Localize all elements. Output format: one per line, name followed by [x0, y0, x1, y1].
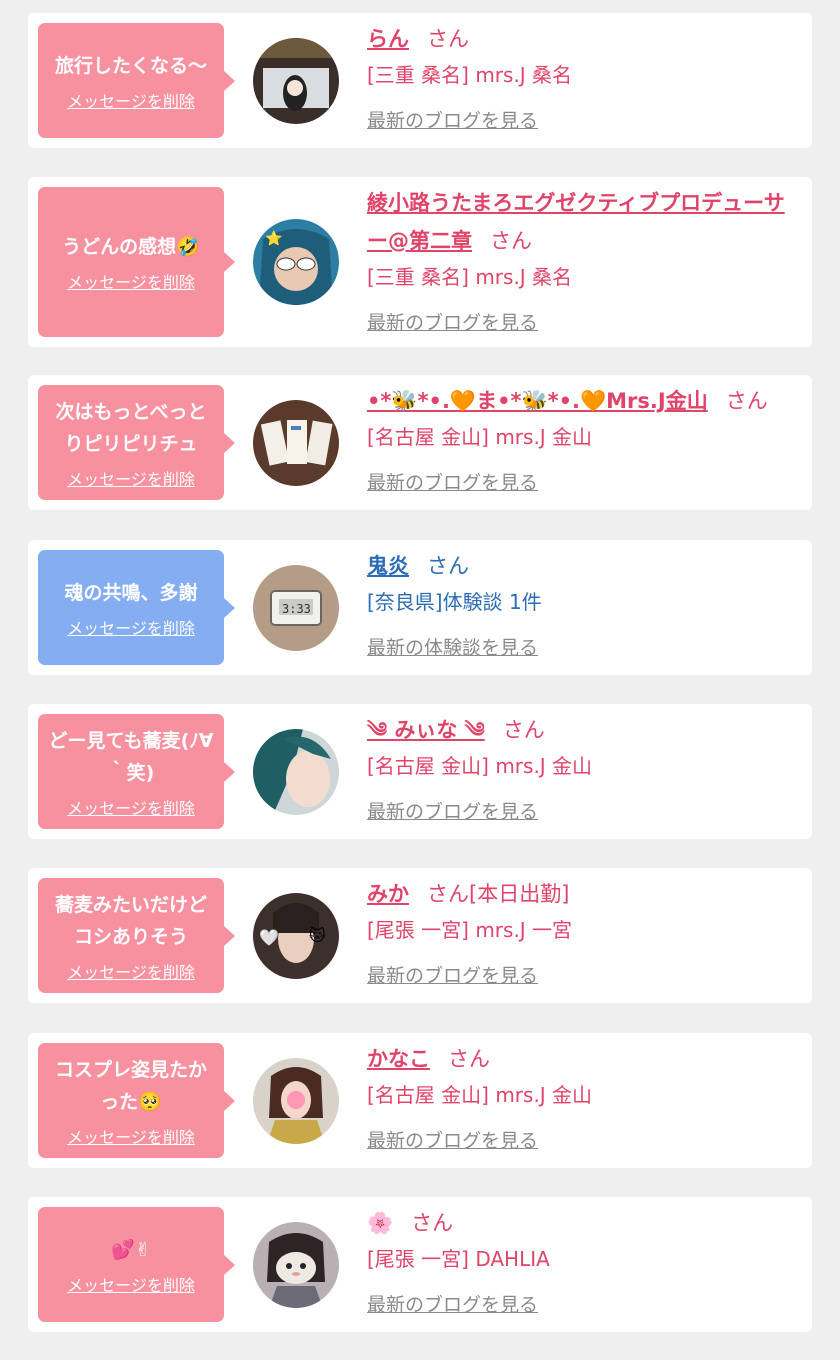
shop-label: [名古屋 金山] mrs.J 金山: [367, 425, 593, 449]
message-text: 蕎麦みたいだけどコシありそう: [54, 893, 207, 948]
latest-blog-link[interactable]: 最新のブログを見る: [367, 795, 794, 829]
latest-review-link[interactable]: 最新の体験談を見る: [367, 631, 794, 665]
message-text: 💕✌: [111, 1238, 151, 1261]
delete-message-link[interactable]: メッセージを削除: [67, 269, 195, 293]
name-suffix: さん: [725, 389, 768, 413]
message-list: 旅行したくなる〜 メッセージを削除 らん さん [三重 桑名] mrs.J 桑名 …: [0, 0, 840, 1360]
list-item: 蕎麦みたいだけどコシありそう メッセージを削除 🤍 🐱 みか さん[本日出勤] [尾…: [28, 868, 812, 1003]
message-text: どー見ても蕎麦(ﾉ∀｀笑): [48, 729, 214, 784]
message-text: 次はもっとべっとりピリピリチュ: [55, 400, 207, 455]
name-suffix: さん: [502, 718, 545, 742]
name-suffix: さん: [427, 27, 469, 51]
svg-text:3:33: 3:33: [282, 602, 311, 616]
delete-message-link[interactable]: メッセージを削除: [67, 959, 195, 983]
sender-name-link[interactable]: 鬼炎: [367, 554, 409, 578]
avatar[interactable]: [253, 38, 339, 124]
entry-info: 🌸 さん [尾張 一宮] DAHLIA 最新のブログを見る: [367, 1204, 794, 1322]
name-suffix: さん: [411, 1211, 454, 1235]
avatar[interactable]: [253, 729, 339, 815]
shop-label: [名古屋 金山] mrs.J 金山: [367, 754, 593, 778]
list-item: 旅行したくなる〜 メッセージを削除 らん さん [三重 桑名] mrs.J 桑名 …: [28, 13, 812, 148]
shop-label: [三重 桑名] mrs.J 桑名: [367, 265, 573, 289]
delete-message-link[interactable]: メッセージを削除: [67, 88, 195, 112]
message-bubble: 💕✌ メッセージを削除: [38, 1207, 235, 1322]
delete-message-link[interactable]: メッセージを削除: [67, 615, 195, 639]
avatar[interactable]: [253, 400, 339, 486]
entry-info: みか さん[本日出勤] [尾張 一宮] mrs.J 一宮 最新のブログを見る: [367, 875, 794, 993]
shop-label: [名古屋 金山] mrs.J 金山: [367, 1083, 593, 1107]
shop-label: [尾張 一宮] mrs.J 一宮: [367, 918, 573, 942]
message-bubble: どー見ても蕎麦(ﾉ∀｀笑) メッセージを削除: [38, 714, 235, 829]
latest-blog-link[interactable]: 最新のブログを見る: [367, 1124, 794, 1158]
entry-info: かなこ さん [名古屋 金山] mrs.J 金山 最新のブログを見る: [367, 1040, 794, 1158]
sender-name-link[interactable]: らん: [367, 27, 409, 51]
avatar[interactable]: [253, 1222, 339, 1308]
latest-blog-link[interactable]: 最新のブログを見る: [367, 306, 794, 340]
svg-text:🐱: 🐱: [309, 926, 326, 945]
message-text: 魂の共鳴、多謝: [64, 581, 198, 604]
sender-name-link[interactable]: ༄ みぃな ༄: [367, 718, 485, 742]
message-bubble: 蕎麦みたいだけどコシありそう メッセージを削除: [38, 878, 235, 993]
delete-message-link[interactable]: メッセージを削除: [67, 1272, 195, 1296]
sender-name-link[interactable]: みか: [367, 882, 409, 906]
message-text: 旅行したくなる〜: [54, 54, 207, 77]
list-item: 魂の共鳴、多謝 メッセージを削除 3:33 鬼炎 さん [奈良県]体験談 1件 最…: [28, 540, 812, 675]
svg-text:🤍: 🤍: [259, 928, 279, 947]
delete-message-link[interactable]: メッセージを削除: [67, 1124, 195, 1148]
avatar[interactable]: 🤍 🐱: [253, 893, 339, 979]
latest-blog-link[interactable]: 最新のブログを見る: [367, 1288, 794, 1322]
delete-message-link[interactable]: メッセージを削除: [67, 795, 195, 819]
latest-blog-link[interactable]: 最新のブログを見る: [367, 466, 794, 500]
message-bubble: 旅行したくなる〜 メッセージを削除: [38, 23, 235, 138]
list-item: 次はもっとべっとりピリピリチュ メッセージを削除 •*🐝*•.🧡ま•*🐝*•.🧡…: [28, 375, 812, 510]
latest-blog-link[interactable]: 最新のブログを見る: [367, 959, 794, 993]
sender-name-link[interactable]: 🌸: [367, 1211, 393, 1235]
avatar[interactable]: [253, 1058, 339, 1144]
sender-name-link[interactable]: 綾小路うたまろエグゼクティブプロデューサー@第二章: [367, 191, 785, 253]
entry-info: ༄ みぃな ༄ さん [名古屋 金山] mrs.J 金山 最新のブログを見る: [367, 711, 794, 829]
name-suffix: さん[本日出勤]: [427, 882, 570, 906]
entry-info: 綾小路うたまろエグゼクティブプロデューサー@第二章 さん [三重 桑名] mrs.…: [367, 184, 794, 340]
shop-label: [尾張 一宮] DAHLIA: [367, 1247, 550, 1271]
list-item: どー見ても蕎麦(ﾉ∀｀笑) メッセージを削除 ༄ みぃな ༄ さん [名古屋 金山…: [28, 704, 812, 839]
name-suffix: さん: [448, 1047, 490, 1071]
entry-info: 鬼炎 さん [奈良県]体験談 1件 最新の体験談を見る: [367, 547, 794, 665]
message-bubble: うどんの感想🤣 メッセージを削除: [38, 187, 235, 337]
avatar[interactable]: 3:33: [253, 565, 339, 651]
entry-info: •*🐝*•.🧡ま•*🐝*•.🧡Mrs.J金山 さん [名古屋 金山] mrs.J …: [367, 382, 794, 500]
sender-name-link[interactable]: •*🐝*•.🧡ま•*🐝*•.🧡Mrs.J金山: [367, 389, 708, 413]
list-item: 💕✌ メッセージを削除 🌸 さん [尾張 一宮] DAHLIA 最新のブログを見る: [28, 1197, 812, 1332]
svg-text:⭐: ⭐: [265, 230, 282, 247]
message-bubble: 魂の共鳴、多謝 メッセージを削除: [38, 550, 235, 665]
shop-label: [奈良県]体験談 1件: [367, 590, 542, 614]
name-suffix: さん: [427, 554, 469, 578]
message-bubble: 次はもっとべっとりピリピリチュ メッセージを削除: [38, 385, 235, 500]
list-item: うどんの感想🤣 メッセージを削除 ⭐ 綾小路うたまろエグゼクティブプロデューサー…: [28, 177, 812, 347]
entry-info: らん さん [三重 桑名] mrs.J 桑名 最新のブログを見る: [367, 20, 794, 138]
avatar[interactable]: ⭐: [253, 219, 339, 305]
message-text: うどんの感想🤣: [62, 236, 200, 258]
list-item: コスプレ姿見たかった🥺 メッセージを削除 かなこ さん [名古屋 金山] mrs.…: [28, 1033, 812, 1168]
name-suffix: さん: [490, 229, 532, 253]
delete-message-link[interactable]: メッセージを削除: [67, 466, 195, 490]
shop-label: [三重 桑名] mrs.J 桑名: [367, 63, 573, 87]
message-text: コスプレ姿見たかった🥺: [54, 1058, 207, 1113]
latest-blog-link[interactable]: 最新のブログを見る: [367, 104, 794, 138]
message-bubble: コスプレ姿見たかった🥺 メッセージを削除: [38, 1043, 235, 1158]
sender-name-link[interactable]: かなこ: [367, 1047, 430, 1071]
